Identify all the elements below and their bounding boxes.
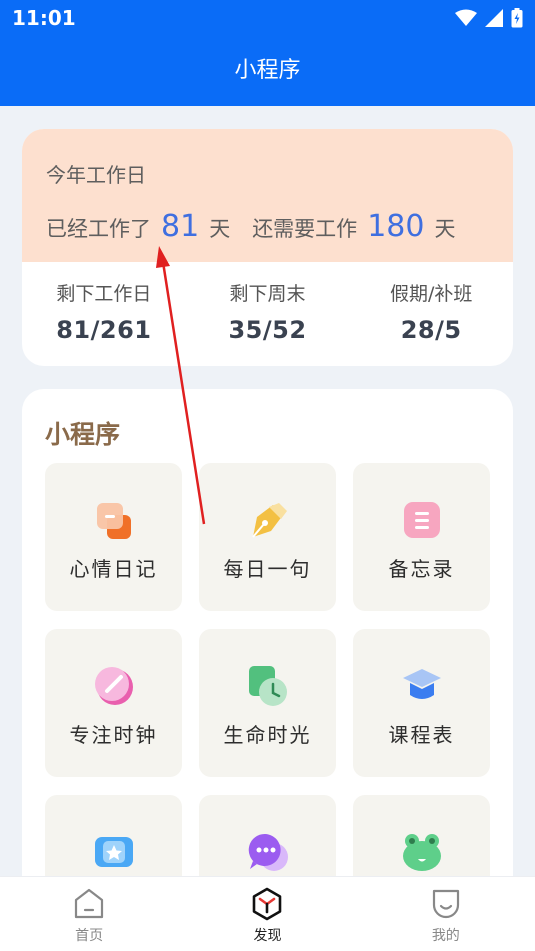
workday-summary: 今年工作日 已经工作了 81 天 还需要工作 180 天 <box>22 129 513 262</box>
tile-life-time[interactable]: 生命时光 <box>199 629 336 777</box>
status-time: 11:01 <box>12 6 76 30</box>
stat-label: 假期/补班 <box>389 283 473 305</box>
nav-item-profile[interactable]: 我的 <box>357 877 535 951</box>
stat-holidays: 假期/补班 28/5 <box>349 262 513 366</box>
tile-memo[interactable]: 备忘录 <box>353 463 490 611</box>
remaining-day-unit: 天 <box>434 217 456 241</box>
profile-icon <box>432 889 459 919</box>
tile-label: 生命时光 <box>223 723 312 747</box>
stat-label: 剩下周末 <box>229 283 306 305</box>
nav-label: 我的 <box>431 928 460 944</box>
schedule-icon <box>403 669 441 699</box>
wifi-icon <box>455 9 477 26</box>
tile-label: 专注时钟 <box>69 723 158 747</box>
nav-label: 发现 <box>253 928 282 944</box>
memo-icon <box>404 502 440 538</box>
chat-bubble-icon <box>248 833 288 871</box>
workday-progress-line: 已经工作了 81 天 还需要工作 180 天 <box>46 209 455 244</box>
stat-label: 剩下工作日 <box>56 283 152 305</box>
nav-item-home[interactable]: 首页 <box>0 877 178 951</box>
frog-icon <box>403 834 441 871</box>
stat-value: 81/261 <box>56 316 152 344</box>
focus-clock-icon <box>95 667 133 705</box>
remaining-days: 180 <box>367 209 425 244</box>
nav-item-discover[interactable]: 发现 <box>178 877 356 951</box>
tile-label: 课程表 <box>388 723 455 747</box>
tile-focus-clock[interactable]: 专注时钟 <box>45 629 182 777</box>
tile-label: 每日一句 <box>223 557 312 581</box>
stat-remaining-workdays: 剩下工作日 81/261 <box>22 262 186 366</box>
ticket-star-icon <box>95 837 133 867</box>
status-icons <box>455 6 523 30</box>
workday-card: 今年工作日 已经工作了 81 天 还需要工作 180 天 剩下工作日 81/26… <box>22 129 513 366</box>
mini-programs-title: 小程序 <box>45 420 121 449</box>
status-bar: 11:01 <box>0 0 535 36</box>
stat-remaining-weekends: 剩下周末 35/52 <box>186 262 350 366</box>
discover-icon <box>253 887 282 921</box>
bottom-nav: 首页 发现 我的 <box>0 876 535 951</box>
page-title: 小程序 <box>0 36 535 106</box>
signal-icon <box>485 9 503 27</box>
tile-label: 备忘录 <box>388 557 455 581</box>
tile-label: 心情日记 <box>69 557 158 581</box>
stat-value: 28/5 <box>400 316 462 344</box>
tile-daily-quote[interactable]: 每日一句 <box>199 463 336 611</box>
tile-mood-diary[interactable]: 心情日记 <box>45 463 182 611</box>
mini-programs-card: 小程序 心情日记 每日一句 备忘录 专注时钟 生命时光 课程表 <box>22 389 513 951</box>
stat-value: 35/52 <box>228 316 307 344</box>
workday-title: 今年工作日 <box>46 163 146 187</box>
remaining-prefix: 还需要工作 <box>252 217 358 241</box>
worked-prefix: 已经工作了 <box>46 217 151 241</box>
mood-diary-icon <box>97 503 131 539</box>
worked-days: 81 <box>161 209 200 244</box>
tile-schedule[interactable]: 课程表 <box>353 629 490 777</box>
workday-stats: 剩下工作日 81/261 剩下周末 35/52 假期/补班 28/5 <box>22 262 513 366</box>
home-icon <box>75 888 104 919</box>
worked-day-unit: 天 <box>209 217 231 241</box>
life-time-icon <box>249 666 287 706</box>
nav-label: 首页 <box>75 928 104 944</box>
daily-quote-icon <box>252 503 287 538</box>
battery-icon <box>511 8 523 28</box>
